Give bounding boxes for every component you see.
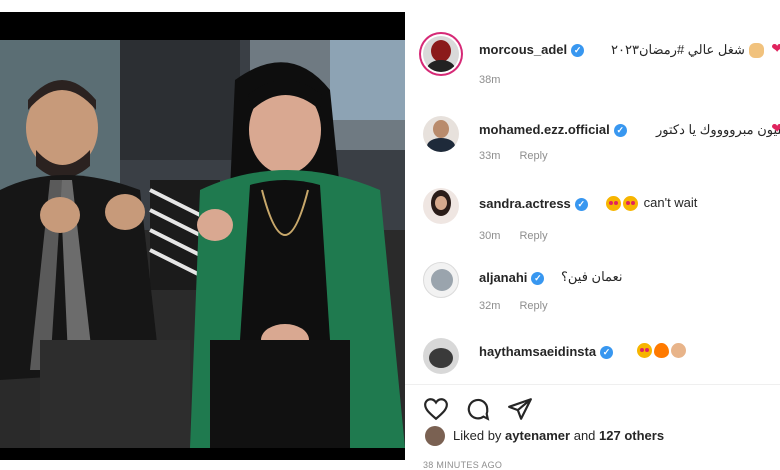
post-side-panel: morcous_adel ✓ شغل عالي #رمضان٢٠٢٣ ❤ 38m … [405, 12, 780, 470]
photo-bottom-bar [0, 448, 405, 460]
comment-emojis [637, 342, 688, 359]
comment-text: can't wait [606, 195, 697, 212]
caption-username[interactable]: morcous_adel ✓ [479, 42, 585, 58]
comment-username[interactable]: haythamsaeidinsta ✓ [479, 344, 614, 360]
caption-text: شغل عالي #رمضان٢٠٢٣ [611, 42, 766, 59]
comment-meta: 33m Reply [479, 150, 548, 162]
caption-row: morcous_adel ✓ شغل عالي #رمضان٢٠٢٣ ❤ 38m [423, 32, 780, 112]
reply-link[interactable]: Reply [519, 300, 547, 312]
face-emoji-icon [671, 343, 686, 359]
comment-username[interactable]: mohamed.ezz.official ✓ [479, 122, 627, 138]
avatar[interactable] [423, 188, 459, 224]
comment-meta: 32m Reply [479, 300, 548, 312]
comment-username[interactable]: aljanahi ✓ [479, 270, 545, 286]
heart-outline-icon[interactable] [423, 396, 449, 422]
pray-emoji-icon [748, 43, 764, 59]
verified-badge-icon: ✓ [571, 44, 585, 58]
reply-link[interactable]: Reply [519, 150, 547, 162]
comment-text: مليون مبرووووك يا دكتور [656, 122, 780, 137]
post-timestamp: 38 MINUTES AGO [423, 460, 503, 470]
comment-bubble-icon[interactable] [465, 396, 491, 422]
verified-badge-icon: ✓ [531, 272, 545, 286]
reply-link[interactable]: Reply [519, 230, 547, 242]
photo-scene [0, 40, 405, 448]
avatar[interactable] [423, 338, 459, 374]
action-bar [423, 384, 623, 428]
post-photo[interactable] [0, 12, 405, 460]
photo-top-bar [0, 12, 405, 40]
comment-row: haythamsaeidinsta ✓ [423, 334, 780, 374]
avatar[interactable] [423, 36, 459, 72]
comment-meta: 30m Reply [479, 230, 548, 242]
heart-eyes-emoji-icon [637, 343, 652, 359]
heart-eyes-emoji-icon [623, 196, 638, 212]
verified-badge-icon: ✓ [574, 198, 588, 212]
verified-badge-icon: ✓ [600, 346, 614, 360]
avatar[interactable] [423, 116, 459, 152]
verified-badge-icon: ✓ [613, 124, 627, 138]
heart-eyes-emoji-icon [606, 196, 621, 212]
comment-username[interactable]: sandra.actress ✓ [479, 196, 588, 212]
avatar[interactable] [425, 426, 445, 446]
top-band [0, 0, 780, 12]
fire-emoji-icon [654, 343, 669, 359]
likes-text[interactable]: Liked by aytenamer and 127 others [453, 428, 664, 443]
heart-icon: ❤ [771, 120, 780, 136]
heart-icon: ❤ [771, 40, 780, 56]
caption-meta: 38m [479, 74, 501, 86]
avatar[interactable] [423, 262, 459, 298]
comment-text: نعمان فين؟ [561, 269, 623, 284]
comment-row: sandra.actress ✓ can't wait 30m Reply [423, 184, 780, 264]
comment-row: aljanahi ✓ نعمان فين؟ 32m Reply [423, 260, 780, 340]
likes-summary: Liked by aytenamer and 127 others [423, 426, 780, 446]
paper-plane-icon[interactable] [507, 396, 533, 422]
comment-row: mohamed.ezz.official ✓ مليون مبرووووك يا … [423, 110, 780, 190]
